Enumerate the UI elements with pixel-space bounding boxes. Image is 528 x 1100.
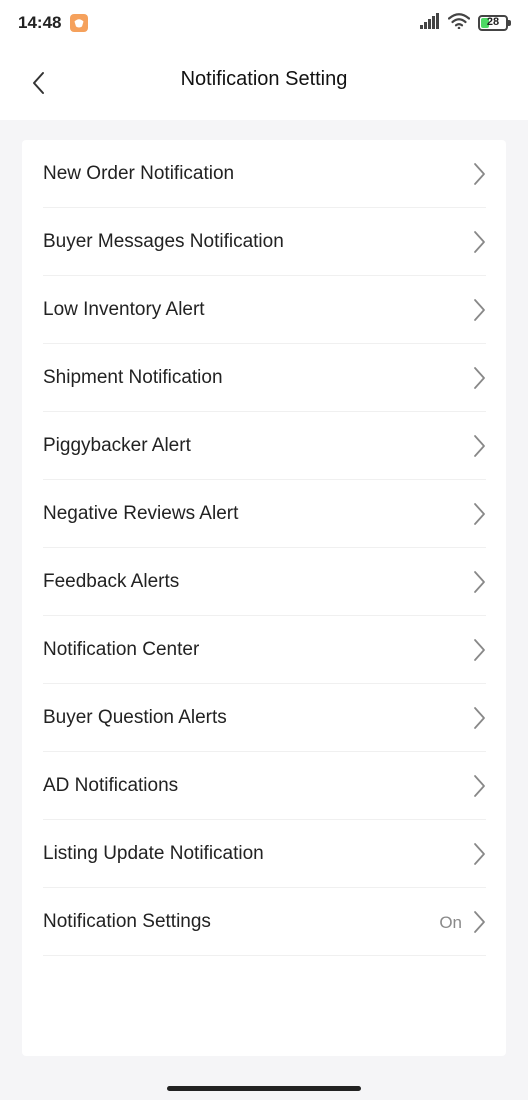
settings-row-label: Notification Settings [43, 911, 211, 932]
chevron-right-icon [474, 231, 485, 253]
app-badge-icon [70, 14, 88, 32]
settings-row[interactable]: AD Notifications [43, 752, 486, 820]
page-title: Notification Setting [180, 68, 348, 90]
chevron-right-icon [474, 299, 485, 321]
settings-row[interactable]: Buyer Messages Notification [43, 208, 486, 276]
settings-card: New Order Notification Buyer Messages Not… [22, 140, 506, 1056]
chevron-right-icon [474, 843, 485, 865]
chevron-right-icon [474, 911, 485, 933]
settings-row-label: Piggybacker Alert [43, 435, 191, 456]
settings-row[interactable]: Buyer Question Alerts [43, 684, 486, 752]
chevron-right-icon [474, 163, 485, 185]
settings-row[interactable]: Feedback Alerts [43, 548, 486, 616]
settings-row-label: Low Inventory Alert [43, 299, 205, 320]
settings-row-label: Shipment Notification [43, 367, 223, 388]
status-bar: 14:48 28 [0, 0, 528, 46]
settings-row[interactable]: New Order Notification [43, 140, 486, 208]
chevron-right-icon [474, 775, 485, 797]
settings-row-label: AD Notifications [43, 775, 179, 796]
settings-row[interactable]: Negative Reviews Alert [43, 480, 486, 548]
settings-row[interactable]: Low Inventory Alert [43, 276, 486, 344]
status-icons: 28 [420, 12, 511, 34]
chevron-right-icon [474, 435, 485, 457]
settings-list: New Order Notification Buyer Messages Not… [22, 140, 506, 956]
settings-row[interactable]: Notification Center [43, 616, 486, 684]
header: Notification Setting [0, 46, 528, 120]
settings-row-label: Buyer Messages Notification [43, 231, 284, 252]
wifi-icon [447, 12, 471, 34]
battery-icon: 28 [478, 15, 511, 31]
chevron-right-icon [474, 503, 485, 525]
settings-row-value: On [439, 913, 462, 932]
settings-row[interactable]: Notification Settings On [43, 888, 486, 956]
chevron-right-icon [474, 639, 485, 661]
battery-level: 28 [486, 16, 500, 28]
home-indicator[interactable] [167, 1086, 361, 1091]
top-bar: 14:48 28 Notification Setting [0, 0, 528, 120]
settings-row[interactable]: Piggybacker Alert [43, 412, 486, 480]
status-time: 14:48 [18, 13, 62, 32]
settings-row-label: New Order Notification [43, 163, 235, 184]
settings-row-label: Notification Center [43, 639, 200, 660]
settings-row[interactable]: Shipment Notification [43, 344, 486, 412]
settings-row-label: Listing Update Notification [43, 843, 264, 864]
chevron-right-icon [474, 367, 485, 389]
settings-row[interactable]: Listing Update Notification [43, 820, 486, 888]
chevron-right-icon [474, 707, 485, 729]
settings-row-label: Negative Reviews Alert [43, 503, 239, 524]
settings-row-label: Buyer Question Alerts [43, 707, 227, 728]
chevron-right-icon [474, 571, 485, 593]
settings-row-label: Feedback Alerts [43, 571, 180, 592]
signal-icon [420, 12, 440, 34]
